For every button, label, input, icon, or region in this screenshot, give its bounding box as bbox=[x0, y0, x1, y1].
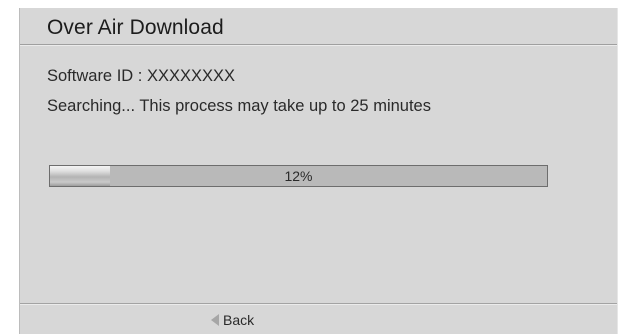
back-label: Back bbox=[223, 312, 255, 328]
back-button[interactable]: Back bbox=[211, 311, 254, 329]
footer-divider-highlight bbox=[20, 304, 617, 305]
software-id-text: Software ID : XXXXXXXX bbox=[47, 67, 235, 85]
download-progress-bar: 12% bbox=[49, 165, 548, 187]
dialog-title: Over Air Download bbox=[47, 16, 224, 39]
left-triangle-icon bbox=[211, 314, 219, 326]
progress-percent-label: 12% bbox=[284, 168, 313, 184]
title-divider-highlight bbox=[20, 45, 617, 46]
over-air-download-dialog: Over Air Download Software ID : XXXXXXXX… bbox=[19, 8, 618, 334]
search-status-text: Searching... This process may take up to… bbox=[47, 97, 431, 115]
